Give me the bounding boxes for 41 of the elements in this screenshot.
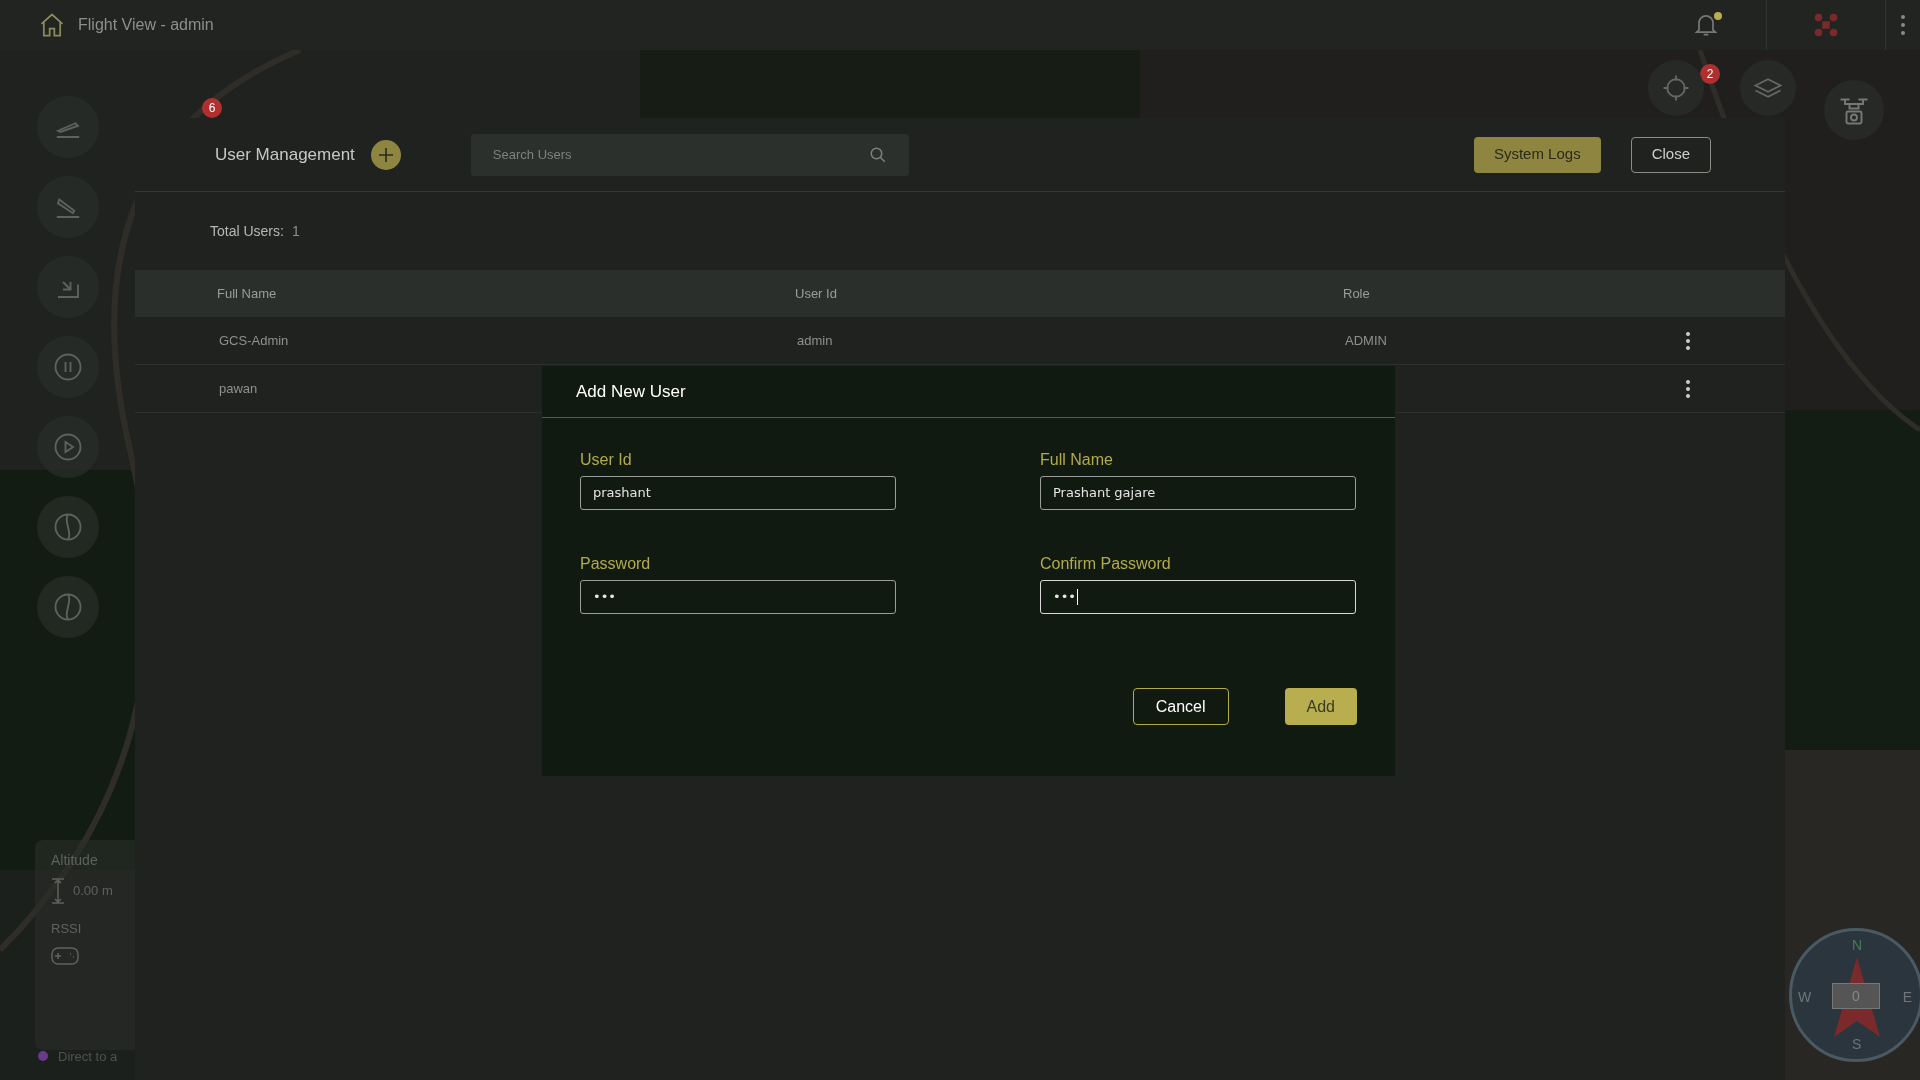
input-field[interactable]: ••• bbox=[580, 580, 896, 614]
telemetry-label: RSSI bbox=[51, 920, 83, 938]
kebab-menu-icon[interactable] bbox=[1900, 14, 1906, 36]
dialog-title: Add New User bbox=[576, 380, 686, 403]
add-user-button[interactable] bbox=[370, 139, 401, 170]
kebab-menu-icon[interactable] bbox=[1685, 378, 1691, 399]
primary-button[interactable]: System Logs bbox=[1473, 136, 1601, 173]
search-icon bbox=[868, 145, 887, 164]
kebab-menu-icon[interactable] bbox=[1685, 330, 1691, 351]
compass-east: E bbox=[1902, 988, 1912, 1007]
field-label: Password bbox=[580, 554, 652, 574]
table-cell-text: GCS-Admin bbox=[219, 331, 289, 350]
compass-north: N bbox=[1852, 936, 1863, 955]
outline-button[interactable]: Close bbox=[1630, 136, 1711, 173]
table-cell-text: admin bbox=[797, 331, 833, 350]
total-users-count: 1 bbox=[291, 221, 300, 241]
field-label: Full Name bbox=[1040, 450, 1114, 470]
telemetry-label: Altitude bbox=[51, 851, 99, 870]
table-row[interactable]: GCS-Admin admin ADMIN bbox=[135, 317, 1785, 365]
compass-south: S bbox=[1852, 1035, 1862, 1054]
telemetry-value: 0.00 m bbox=[73, 882, 113, 901]
column-header: User Id bbox=[795, 284, 838, 303]
input-field[interactable]: Prashant gajare bbox=[1040, 476, 1356, 510]
altitude-icon bbox=[51, 877, 65, 905]
outline-button[interactable]: Cancel bbox=[1132, 688, 1229, 725]
gamepad-icon bbox=[51, 944, 79, 967]
column-header: Role bbox=[1343, 284, 1371, 303]
home-icon[interactable] bbox=[38, 11, 66, 39]
compass-west: W bbox=[1798, 988, 1812, 1007]
window-title: Flight View - admin bbox=[78, 15, 214, 35]
plus-icon bbox=[377, 146, 394, 163]
input-field[interactable]: ••• bbox=[1040, 580, 1356, 614]
column-header: Full Name bbox=[217, 284, 278, 303]
table-cell-text: pawan bbox=[219, 379, 258, 398]
field-label: User Id bbox=[580, 450, 633, 470]
input-field[interactable]: prashant bbox=[580, 476, 896, 510]
field-label: Confirm Password bbox=[1040, 554, 1172, 574]
panel-title: User Management bbox=[215, 143, 355, 166]
total-users-label: Total Users: bbox=[210, 221, 284, 241]
primary-button[interactable]: Add bbox=[1284, 688, 1357, 725]
table-cell-text: ADMIN bbox=[1345, 331, 1387, 350]
